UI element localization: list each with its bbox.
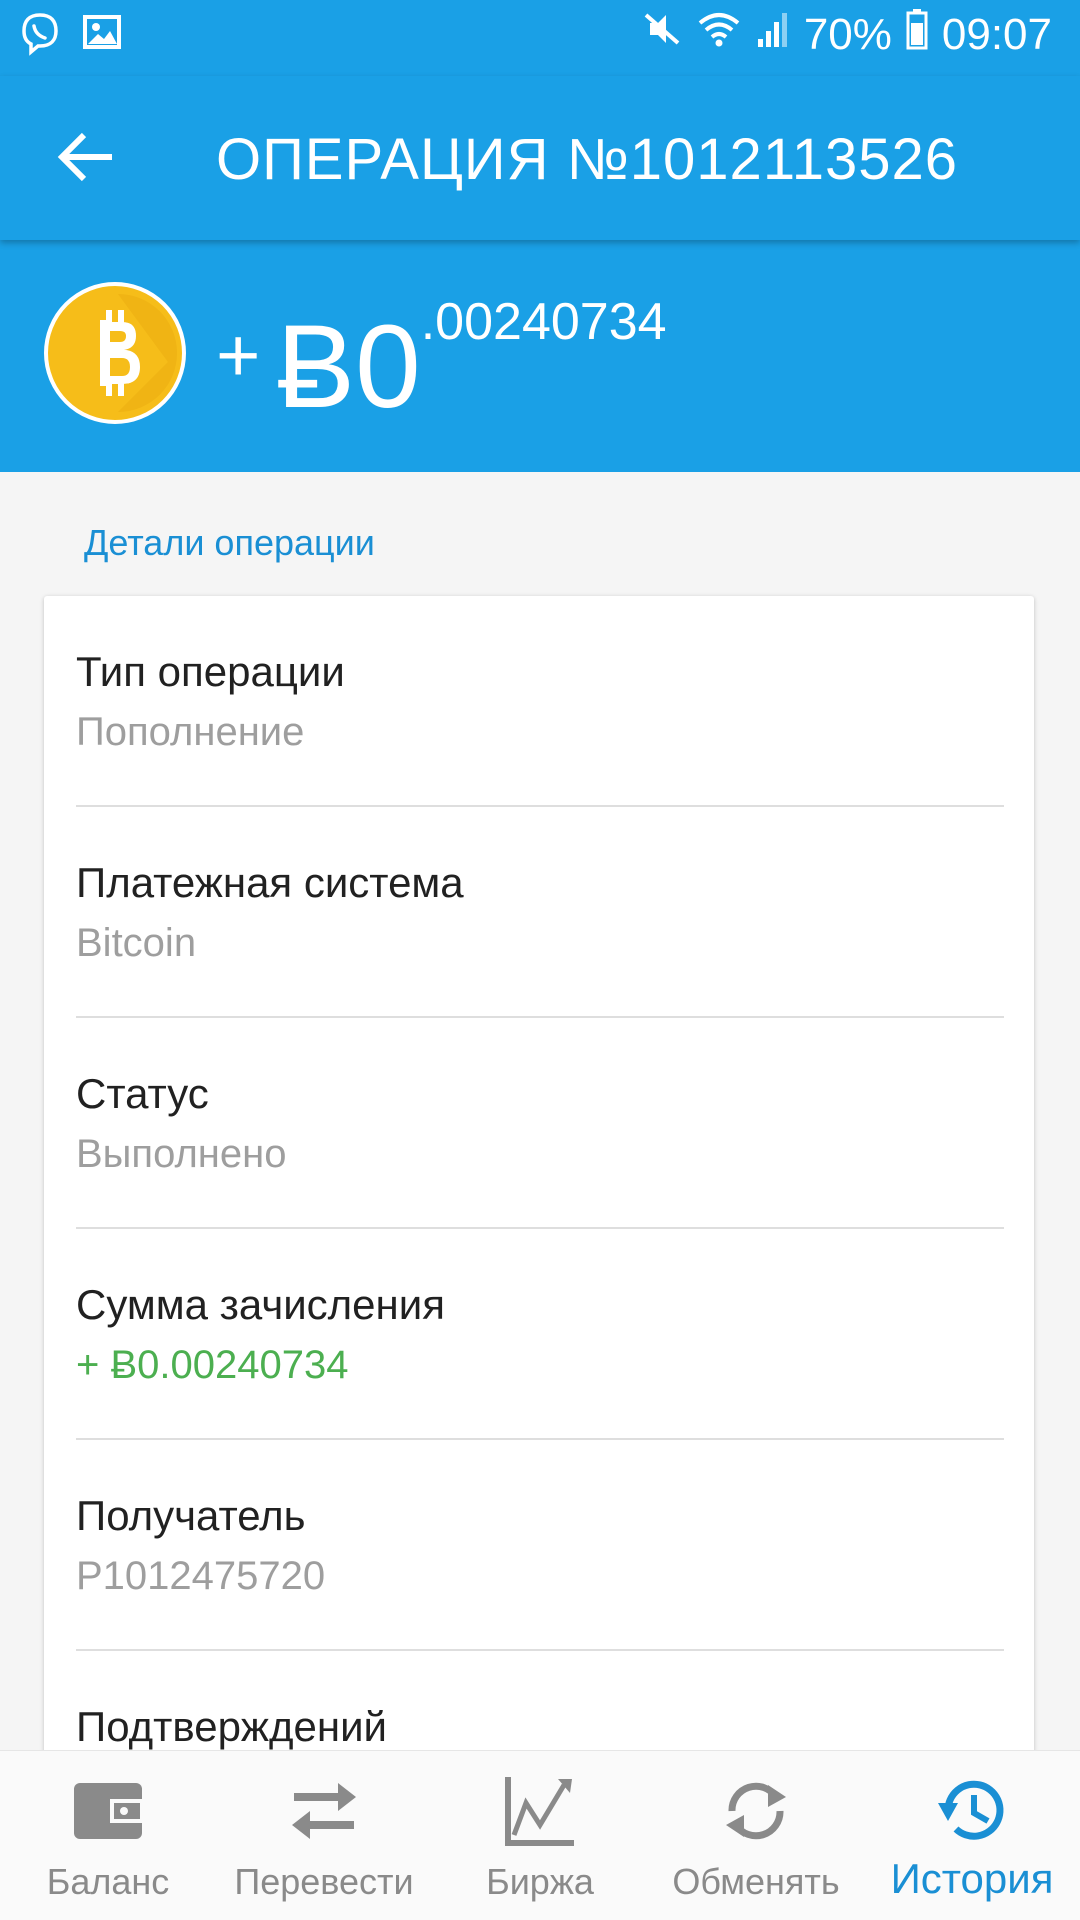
nav-label: Обменять [672, 1861, 840, 1902]
page-title: ОПЕРАЦИЯ №1012113526 [216, 127, 959, 192]
screen: 70% 09:07 ОПЕРАЦИЯ №1012113526 + Ƀ0 .002… [0, 0, 1080, 1920]
detail-label: Подтверждений [76, 1703, 388, 1750]
transfer-icon [292, 1783, 356, 1839]
nav-swap[interactable]: Обменять [648, 1751, 864, 1920]
status-right: 70% 09:07 [642, 8, 1052, 61]
signal-icon [756, 9, 790, 60]
history-icon [938, 1780, 1004, 1840]
chart-icon [505, 1777, 574, 1846]
detail-label: Сумма зачисления [76, 1281, 445, 1328]
battery-percent: 70% [803, 9, 892, 59]
nav-label: Баланс [46, 1861, 170, 1902]
amount-header: + Ƀ0 .00240734 [0, 240, 1080, 472]
detail-value: Bitcoin [76, 921, 197, 965]
detail-value: + Ƀ0.00240734 [76, 1343, 349, 1387]
status-left-icons [20, 12, 122, 61]
gallery-icon [82, 12, 122, 61]
app-bar: ОПЕРАЦИЯ №1012113526 [0, 76, 1080, 240]
nav-label: История [890, 1855, 1054, 1902]
amount-integer: Ƀ0 [276, 301, 421, 433]
detail-row-payment-system: Платежная система Bitcoin [76, 807, 1004, 1018]
arrow-left-icon [57, 132, 112, 182]
detail-label: Статус [76, 1070, 209, 1117]
battery-icon [906, 8, 928, 61]
nav-transfer[interactable]: Перевести [216, 1751, 432, 1920]
detail-value: Выполнено [76, 1132, 287, 1176]
nav-label: Биржа [486, 1861, 594, 1902]
viber-icon [20, 12, 60, 61]
detail-label: Получатель [76, 1492, 306, 1539]
amount-fraction: .00240734 [420, 293, 667, 351]
detail-value: P1012475720 [76, 1554, 326, 1598]
wifi-icon [696, 9, 742, 60]
detail-label: Тип операции [76, 648, 345, 695]
wallet-icon [74, 1783, 142, 1839]
bottom-navigation: Баланс Перевести Биржа Обменять История [0, 1750, 1080, 1920]
nav-balance[interactable]: Баланс [0, 1751, 216, 1920]
exchange-icon [726, 1782, 786, 1840]
amount-display: + Ƀ0 .00240734 [216, 284, 667, 444]
nav-label: Перевести [234, 1861, 414, 1902]
section-title: Детали операции [84, 522, 375, 563]
nav-exchange-market[interactable]: Биржа [432, 1751, 648, 1920]
back-button[interactable] [52, 122, 122, 192]
status-time: 09:07 [941, 9, 1052, 59]
detail-row-recipient: Получатель P1012475720 [76, 1440, 1004, 1651]
detail-row-status: Статус Выполнено [76, 1018, 1004, 1229]
detail-value: Пополнение [76, 710, 305, 754]
status-bar: 70% 09:07 [0, 0, 1080, 76]
bitcoin-icon [44, 282, 186, 424]
nav-history[interactable]: История [864, 1751, 1080, 1920]
detail-row-type: Тип операции Пополнение [76, 596, 1004, 807]
mute-icon [642, 9, 682, 60]
amount-sign: + [216, 313, 261, 398]
details-card: Тип операции Пополнение Платежная систем… [44, 596, 1034, 1920]
detail-row-credited-amount: Сумма зачисления + Ƀ0.00240734 [76, 1229, 1004, 1440]
detail-label: Платежная система [76, 859, 464, 906]
